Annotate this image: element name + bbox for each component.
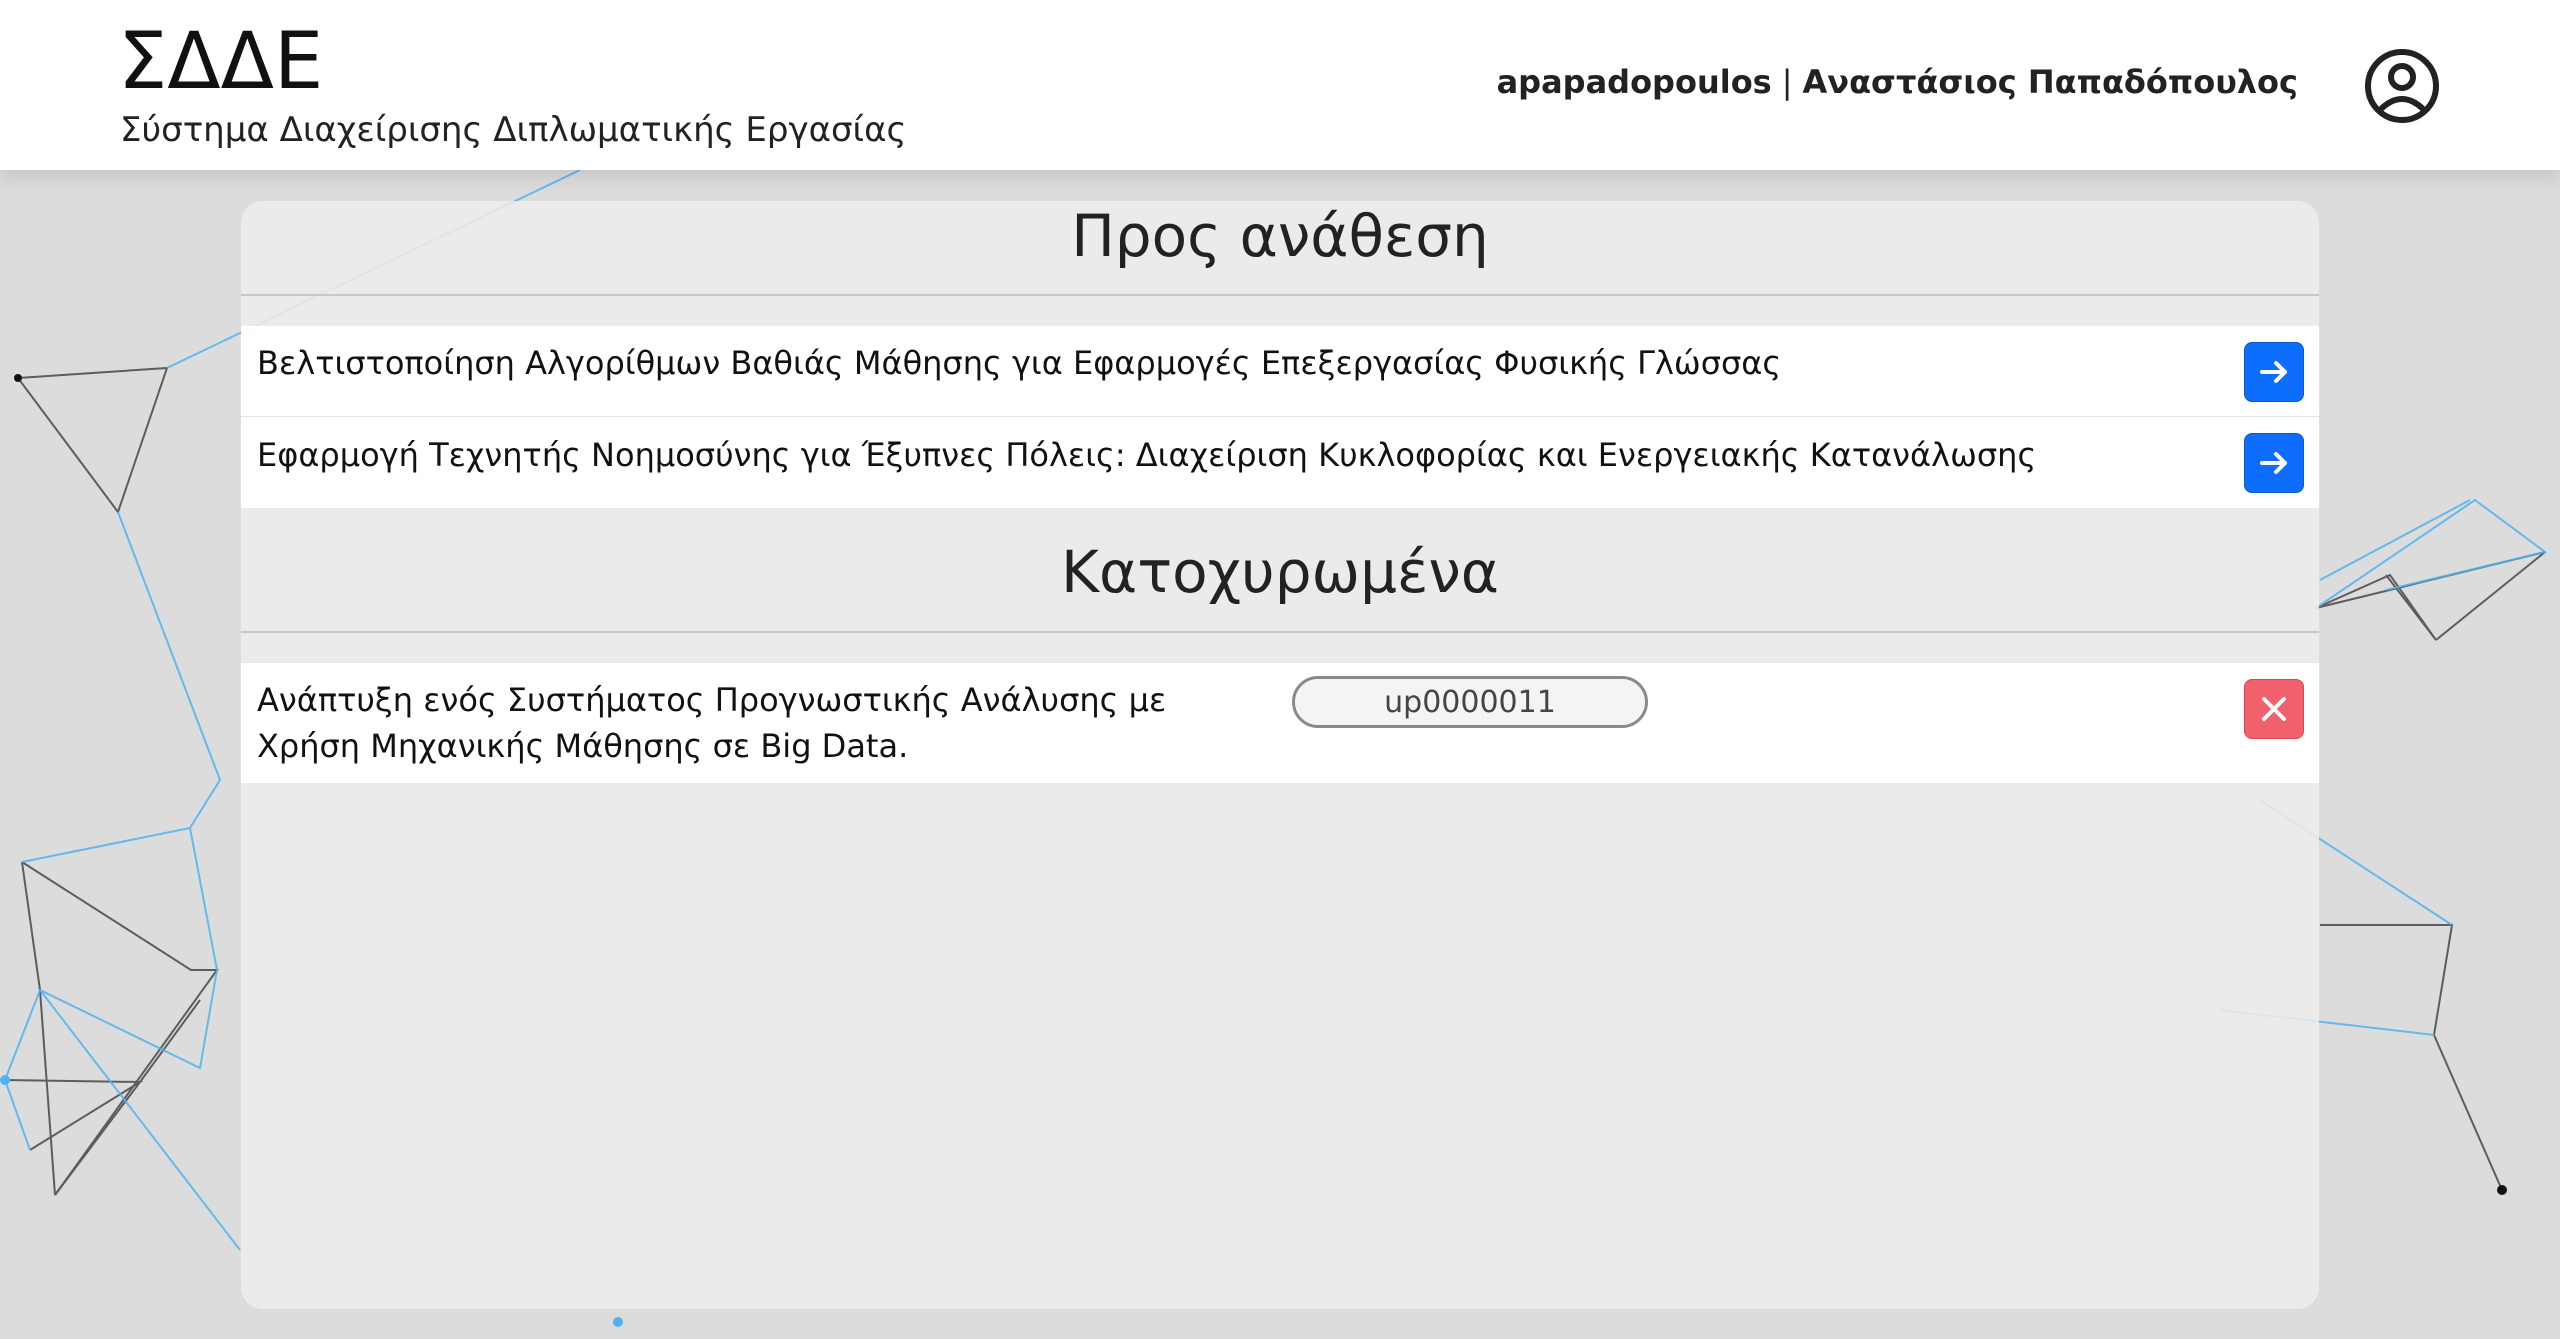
section-divider [241,631,2319,633]
topic-title: Ανάπτυξη ενός Συστήματος Προγνωστικής Αν… [257,681,1167,765]
close-icon [2262,697,2286,721]
arrow-right-icon [2260,361,2287,383]
username: apapadopoulos [1496,63,1772,101]
assign-arrow-button[interactable] [2244,433,2304,493]
top-header: ΣΔΔΕ Σύστημα Διαχείρισης Διπλωματικής Ερ… [0,0,2560,170]
section-title-to-assign: Προς ανάθεση [1071,202,1489,270]
app-title: ΣΔΔΕ [118,17,324,107]
list-item: Εφαρμογή Τεχνητής Νοημοσύνης για Έξυπνες… [241,417,2319,508]
topics-card: Προς ανάθεση Βελτιστοποίηση Αλγορίθμων Β… [241,201,2319,1309]
topic-title: Εφαρμογή Τεχνητής Νοημοσύνης για Έξυπνες… [257,436,2037,474]
remove-assignment-button[interactable] [2244,679,2304,739]
app-subtitle: Σύστημα Διαχείρισης Διπλωματικής Εργασία… [120,110,907,150]
topic-title: Βελτιστοποίηση Αλγορίθμων Βαθιάς Μάθησης… [257,344,1782,382]
user-separator: | [1781,63,1793,101]
assign-arrow-button[interactable] [2244,342,2304,402]
list-item: Ανάπτυξη ενός Συστήματος Προγνωστικής Αν… [241,663,2319,783]
student-id-field[interactable] [1292,676,1648,728]
account-circle-icon[interactable] [2362,46,2442,126]
list-item: Βελτιστοποίηση Αλγορίθμων Βαθιάς Μάθησης… [241,326,2319,416]
user-full-name: Αναστάσιος Παπαδόπουλος [1802,63,2299,101]
user-info: apapadopoulos | Αναστάσιος Παπαδόπουλος [1497,60,2298,104]
arrow-right-icon [2260,452,2287,474]
section-title-registered: Κατοχυρωμένα [1060,538,1499,606]
section-divider [241,294,2319,296]
